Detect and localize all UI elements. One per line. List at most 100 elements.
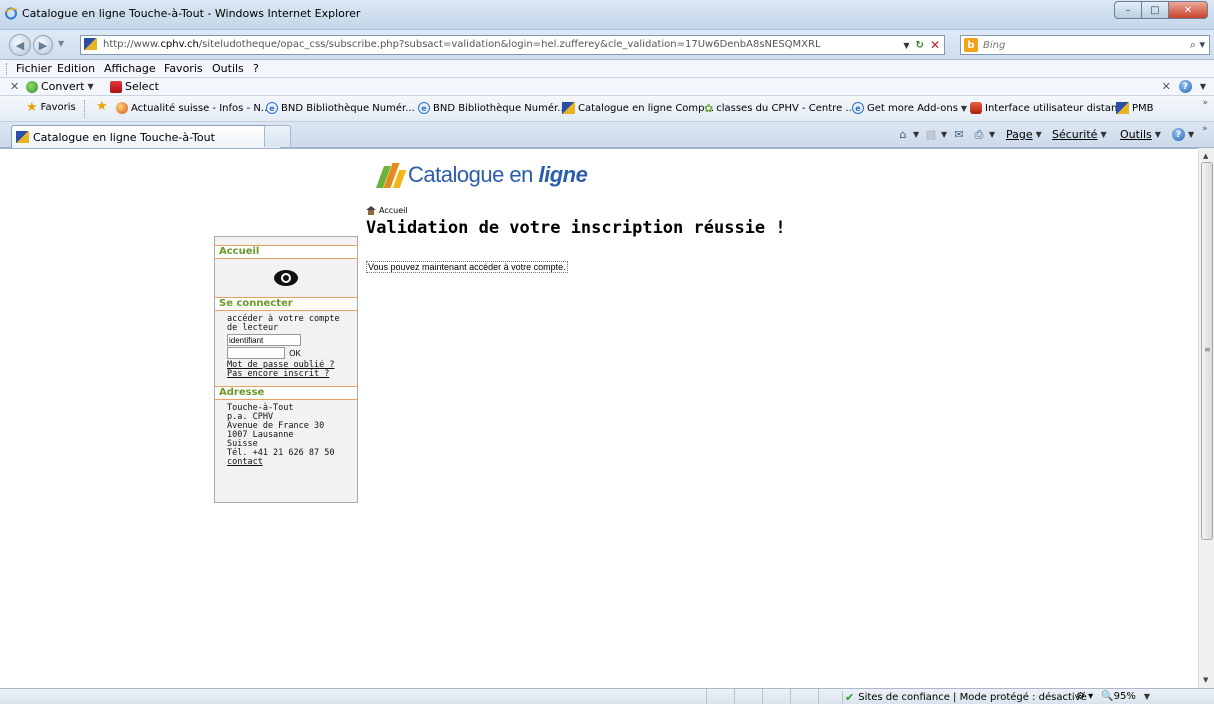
more-favorites-icon[interactable]: » [1202,98,1208,108]
site-favicon-icon [84,38,97,50]
address-dropdown-icon[interactable]: ▼ [903,41,909,50]
address-url[interactable]: http://www.cphv.ch/siteludotheque/opac_c… [103,39,821,50]
ie-page-icon: e [852,102,864,114]
bing-icon: b [964,38,978,52]
menu-affichage[interactable]: Affichage [104,62,156,75]
pdf-toolbar: ✕ Convert ▼ Select ✕ ? ▼ [0,78,1214,96]
forward-arrow-icon: ▶ [38,38,48,52]
tools-menu[interactable]: Outils ▼ [1120,128,1161,141]
breadcrumb[interactable]: Accueil [366,206,408,215]
status-cells [706,689,846,704]
eye-icon[interactable] [274,270,298,286]
checkmark-icon: ✔ [845,691,855,704]
chevron-down-icon: ▼ [87,82,94,91]
feeds-button[interactable]: ▧ ▼ [924,128,947,141]
history-dropdown-icon[interactable]: ▼ [58,39,64,48]
search-box[interactable]: b ⌕ ▾ [960,35,1210,55]
close-toolbar-icon[interactable]: ✕ [10,80,19,93]
navigation-bar: ◀ ▶ ▼ http://www.cphv.ch/siteludotheque/… [0,30,1214,60]
home-icon: ⌂ [899,128,907,141]
sidebar: Accueil Se connecter accéder à votre com… [214,236,358,503]
chevron-down-icon: ▼ [960,103,968,113]
catalogue-logo[interactable]: Catalogue en ligne [375,162,588,188]
sidebar-heading-accueil: Accueil [215,245,357,259]
title-bar: Catalogue en ligne Touche-à-Tout - Windo… [0,0,1214,30]
help-icon: ? [1172,128,1185,141]
tab-bar: Catalogue en ligne Touche-à-Tout ⌂ ▼ ▧ ▼ ✉… [0,122,1214,148]
favorite-link-1[interactable]: Actualité suisse - Infos - N... [116,102,270,114]
page-menu[interactable]: Page ▼ [1006,128,1042,141]
home-icon [366,206,376,215]
zoom-icon: 🔍 [1101,691,1114,702]
favorite-link-2[interactable]: e BND Bibliothèque Numér... [266,102,415,114]
zoom-control[interactable]: 🔍95% [1101,691,1136,702]
favorite-link-3[interactable]: e BND Bibliothèque Numér... [418,102,567,114]
search-icon[interactable]: ⌕ ▾ [1190,38,1205,52]
favorite-link-7[interactable]: Interface utilisateur distan... [970,102,1127,114]
minimize-icon: – [1125,4,1131,16]
breadcrumb-home-link[interactable]: Accueil [379,206,408,215]
tab-catalogue[interactable]: Catalogue en ligne Touche-à-Tout [11,125,281,148]
favorite-link-4[interactable]: Catalogue en ligne Comp... [562,102,714,114]
favorites-button[interactable]: ★ Favoris [26,101,76,114]
maximize-button[interactable]: □ [1141,1,1168,19]
menu-edition[interactable]: Edition [57,62,95,75]
menu-favoris[interactable]: Favoris [164,62,203,75]
chevron-down-icon: ▼ [989,130,996,139]
ie-page-icon: e [266,102,278,114]
add-favorite-star-icon: ★ [96,99,108,114]
vertical-scrollbar[interactable]: ▲ ▼ [1198,148,1214,688]
more-commands-icon[interactable]: » [1202,124,1208,134]
minimize-button[interactable]: – [1114,1,1141,19]
home-button[interactable]: ⌂ ▼ [896,128,920,141]
address-bar[interactable]: http://www.cphv.ch/siteludotheque/opac_c… [80,35,945,55]
convert-button[interactable]: Convert ▼ [26,80,94,93]
page-title: Validation de votre inscription réussie … [366,218,786,238]
security-menu[interactable]: Sécurité ▼ [1052,128,1107,141]
logo-mark-icon [375,162,407,188]
protected-mode-icon[interactable]: ⚙ ▾ [1076,691,1093,702]
printer-icon: ⎙ [974,127,984,141]
password-field[interactable] [227,347,285,359]
refresh-icon[interactable]: ↻ [916,40,924,51]
new-tab-button[interactable] [264,125,291,147]
read-mail-button[interactable]: ✉ [952,128,966,141]
menu-outils[interactable]: Outils [212,62,244,75]
chevron-down-icon[interactable]: ▼ [1144,692,1150,701]
chevron-down-icon[interactable]: ▼ [1200,82,1206,91]
login-field[interactable] [227,334,301,346]
eye-area [215,259,357,297]
scroll-up-icon[interactable]: ▲ [1203,152,1208,160]
scroll-down-icon[interactable]: ▼ [1203,676,1208,684]
security-zone[interactable]: ✔ Sites de confiance | Mode protégé : dé… [842,691,1087,704]
pmb-icon [562,102,575,114]
close-toolbar-right-icon[interactable]: ✕ [1162,80,1171,93]
contact-link[interactable]: contact [227,458,351,467]
menu-fichier[interactable]: Fichier [16,62,52,75]
select-button[interactable]: Select [110,80,159,93]
register-link[interactable]: Pas encore inscrit ? [227,370,351,379]
chevron-down-icon: ▼ [1188,130,1195,139]
scroll-thumb[interactable] [1201,162,1213,540]
login-ok-button[interactable]: OK [287,347,303,359]
stop-icon[interactable]: ✕ [930,38,940,52]
menu-help[interactable]: ? [253,62,259,75]
ie-page-icon: e [418,102,430,114]
help-menu[interactable]: ? ▼ [1172,128,1194,141]
favorites-separator [84,100,85,118]
favorite-link-8[interactable]: PMB [1116,102,1154,114]
pmb-icon [1116,102,1129,114]
toolbar-options-icon[interactable]: ? [1178,80,1192,93]
sidebar-heading-address: Adresse [215,386,357,400]
close-button[interactable]: ✕ [1168,1,1208,19]
print-button[interactable]: ⎙ ▼ [972,127,996,141]
favorite-link-5[interactable]: ✿ classes du CPHV - Centre ... [704,102,855,115]
search-input[interactable] [983,38,1173,52]
add-favorite-button[interactable]: ★ [96,99,108,114]
favorite-link-6[interactable]: e Get more Add-ons ▼ [852,102,967,114]
forward-button[interactable]: ▶ [33,35,53,55]
address-section: Touche-à-Tout p.a. CPHV Avenue de France… [215,400,357,471]
back-button[interactable]: ◀ [9,34,31,56]
pdf-select-icon [110,80,122,93]
toolbar-grip[interactable] [6,63,9,75]
